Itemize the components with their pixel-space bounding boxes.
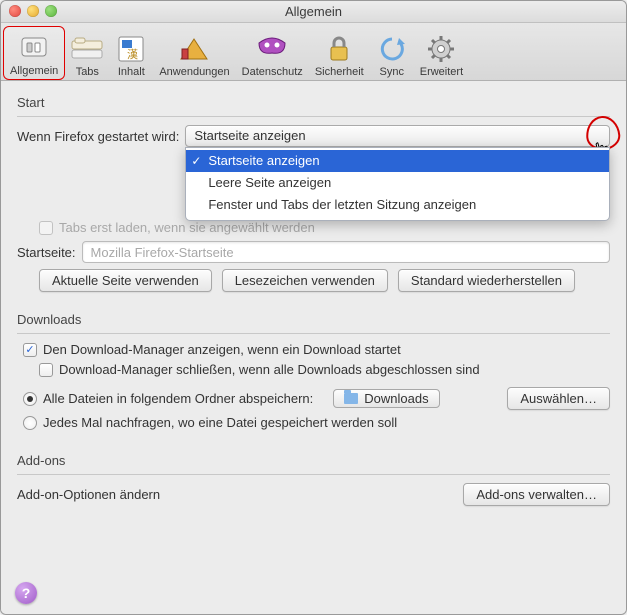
homepage-label: Startseite: — [17, 245, 76, 260]
homepage-buttons: Aktuelle Seite verwenden Lesezeichen ver… — [39, 269, 610, 292]
when-start-select[interactable]: Startseite anzeigen ✓ Startseite anzeige… — [185, 125, 610, 147]
toolbar-tab-applications[interactable]: Anwendungen — [153, 26, 235, 80]
tabs-icon — [71, 33, 103, 65]
gear-icon — [425, 33, 457, 65]
preferences-toolbar: Allgemein Tabs 漢 Inhalt Anwendungen Date… — [1, 23, 626, 81]
toolbar-tab-advanced[interactable]: Erweitert — [414, 26, 469, 80]
toolbar-tab-label: Anwendungen — [159, 66, 229, 78]
tabs-on-demand-row: Tabs erst laden, wenn sie angewählt werd… — [39, 220, 610, 235]
dropdown-option[interactable]: Fenster und Tabs der letzten Sitzung anz… — [186, 194, 609, 216]
toolbar-tab-content[interactable]: 漢 Inhalt — [109, 26, 153, 80]
divider — [17, 116, 610, 117]
toolbar-tab-label: Sync — [380, 66, 404, 78]
preferences-window: Allgemein Allgemein Tabs 漢 Inhalt Anwend… — [0, 0, 627, 615]
option-label: Startseite anzeigen — [208, 153, 319, 168]
download-folder-chip[interactable]: Downloads — [333, 389, 439, 408]
traffic-lights — [9, 5, 57, 17]
show-dl-manager-row: ✓ Den Download-Manager anzeigen, wenn ei… — [23, 342, 610, 357]
addons-row: Add-on-Optionen ändern Add-ons verwalten… — [17, 483, 610, 506]
homepage-row: Startseite: — [17, 241, 610, 263]
toolbar-tab-label: Tabs — [76, 66, 99, 78]
minimize-window-icon[interactable] — [27, 5, 39, 17]
when-start-label: Wenn Firefox gestartet wird: — [17, 129, 179, 144]
option-label: Leere Seite anzeigen — [208, 175, 331, 190]
content-icon: 漢 — [115, 33, 147, 65]
ask-every-time-row: Jedes Mal nachfragen, wo eine Datei gesp… — [23, 415, 610, 430]
content-pane: Start Wenn Firefox gestartet wird: Start… — [1, 81, 626, 614]
when-start-value[interactable]: Startseite anzeigen — [185, 125, 610, 147]
toolbar-tab-security[interactable]: Sicherheit — [309, 26, 370, 80]
titlebar: Allgemein — [1, 1, 626, 23]
close-dl-manager-row: Download-Manager schließen, wenn alle Do… — [39, 362, 610, 377]
option-label: Fenster und Tabs der letzten Sitzung anz… — [208, 197, 476, 212]
dropdown-option[interactable]: Leere Seite anzeigen — [186, 172, 609, 194]
section-label-addons: Add-ons — [17, 449, 610, 472]
dropdown-option[interactable]: ✓ Startseite anzeigen — [186, 150, 609, 172]
section-label-downloads: Downloads — [17, 308, 610, 331]
toolbar-tab-general[interactable]: Allgemein — [3, 26, 65, 80]
choose-folder-button[interactable]: Auswählen… — [507, 387, 610, 410]
save-to-folder-row: Alle Dateien in folgendem Ordner abspeic… — [23, 387, 610, 410]
check-icon: ✓ — [191, 152, 201, 170]
folder-icon — [344, 393, 358, 404]
show-dl-manager-checkbox[interactable]: ✓ — [23, 343, 37, 357]
startup-behavior-row: Wenn Firefox gestartet wird: Startseite … — [17, 125, 610, 147]
close-dl-manager-checkbox[interactable] — [39, 363, 53, 377]
lock-icon — [323, 33, 355, 65]
show-dl-manager-label: Den Download-Manager anzeigen, wenn ein … — [43, 342, 401, 357]
privacy-mask-icon — [256, 33, 288, 65]
use-bookmarks-button[interactable]: Lesezeichen verwenden — [222, 269, 388, 292]
toolbar-tab-sync[interactable]: Sync — [370, 26, 414, 80]
toolbar-tab-label: Sicherheit — [315, 66, 364, 78]
toolbar-tab-label: Allgemein — [10, 65, 58, 77]
ask-every-time-radio[interactable] — [23, 416, 37, 430]
ask-every-time-label: Jedes Mal nachfragen, wo eine Datei gesp… — [43, 415, 397, 430]
manage-addons-button[interactable]: Add-ons verwalten… — [463, 483, 610, 506]
close-dl-manager-label: Download-Manager schließen, wenn alle Do… — [59, 362, 480, 377]
save-to-folder-label: Alle Dateien in folgendem Ordner abspeic… — [43, 391, 313, 406]
change-addon-options-label: Add-on-Optionen ändern — [17, 487, 160, 502]
sync-icon — [376, 33, 408, 65]
download-folder-name: Downloads — [364, 391, 428, 406]
toolbar-tab-label: Erweitert — [420, 66, 463, 78]
zoom-window-icon[interactable] — [45, 5, 57, 17]
tabs-on-demand-label: Tabs erst laden, wenn sie angewählt werd… — [59, 220, 315, 235]
toolbar-tab-label: Inhalt — [118, 66, 145, 78]
restore-default-button[interactable]: Standard wiederherstellen — [398, 269, 575, 292]
when-start-dropdown: ✓ Startseite anzeigen Leere Seite anzeig… — [185, 147, 610, 221]
homepage-field[interactable] — [82, 241, 610, 263]
toolbar-tab-tabs[interactable]: Tabs — [65, 26, 109, 80]
general-switch-icon — [18, 32, 50, 64]
close-window-icon[interactable] — [9, 5, 21, 17]
tabs-on-demand-checkbox — [39, 221, 53, 235]
use-current-page-button[interactable]: Aktuelle Seite verwenden — [39, 269, 212, 292]
section-label-start: Start — [17, 91, 610, 114]
divider — [17, 474, 610, 475]
svg-text:漢: 漢 — [127, 48, 138, 61]
toolbar-tab-label: Datenschutz — [242, 66, 303, 78]
save-to-folder-radio[interactable] — [23, 392, 37, 406]
toolbar-tab-privacy[interactable]: Datenschutz — [236, 26, 309, 80]
window-title: Allgemein — [285, 4, 342, 19]
applications-icon — [178, 33, 210, 65]
divider — [17, 333, 610, 334]
help-button[interactable]: ? — [15, 582, 37, 604]
